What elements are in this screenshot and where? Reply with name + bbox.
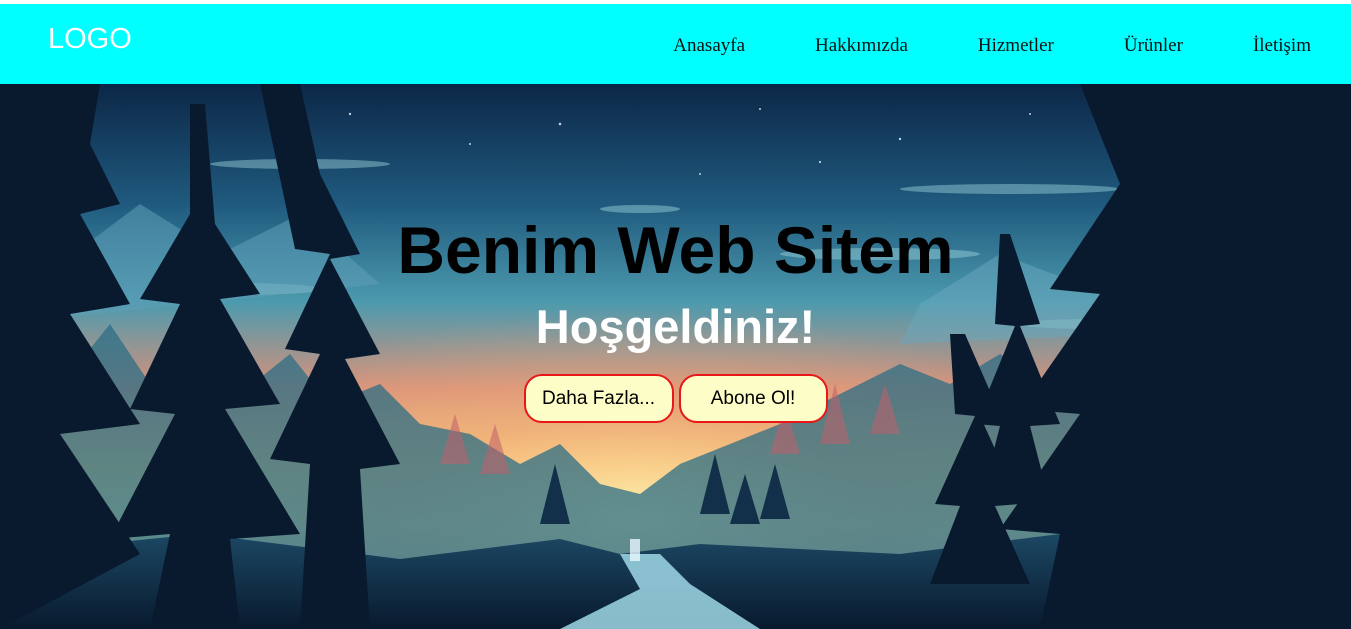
- hero-button-row: Daha Fazla... Abone Ol!: [0, 374, 1351, 423]
- nav-menu: Anasayfa Hakkımızda Hizmetler Ürünler İl…: [603, 35, 1311, 57]
- hero-title: Benim Web Sitem: [397, 213, 954, 287]
- nav-link-iletisim[interactable]: İletişim: [1253, 35, 1311, 57]
- nav-link-anasayfa[interactable]: Anasayfa: [673, 35, 745, 57]
- navbar: LOGO Anasayfa Hakkımızda Hizmetler Ürünl…: [0, 4, 1351, 84]
- more-button[interactable]: Daha Fazla...: [523, 374, 674, 423]
- hero-content: Benim Web Sitem Hoşgeldiniz! Daha Fazla.…: [0, 84, 1351, 629]
- nav-link-hakkimizda[interactable]: Hakkımızda: [815, 35, 908, 57]
- subscribe-button[interactable]: Abone Ol!: [678, 374, 828, 423]
- nav-link-hizmetler[interactable]: Hizmetler: [978, 35, 1054, 57]
- hero-section: Benim Web Sitem Hoşgeldiniz! Daha Fazla.…: [0, 84, 1351, 629]
- hero-subtitle: Hoşgeldiniz!: [535, 300, 816, 353]
- nav-link-urunler[interactable]: Ürünler: [1124, 35, 1183, 57]
- logo[interactable]: LOGO: [48, 23, 132, 56]
